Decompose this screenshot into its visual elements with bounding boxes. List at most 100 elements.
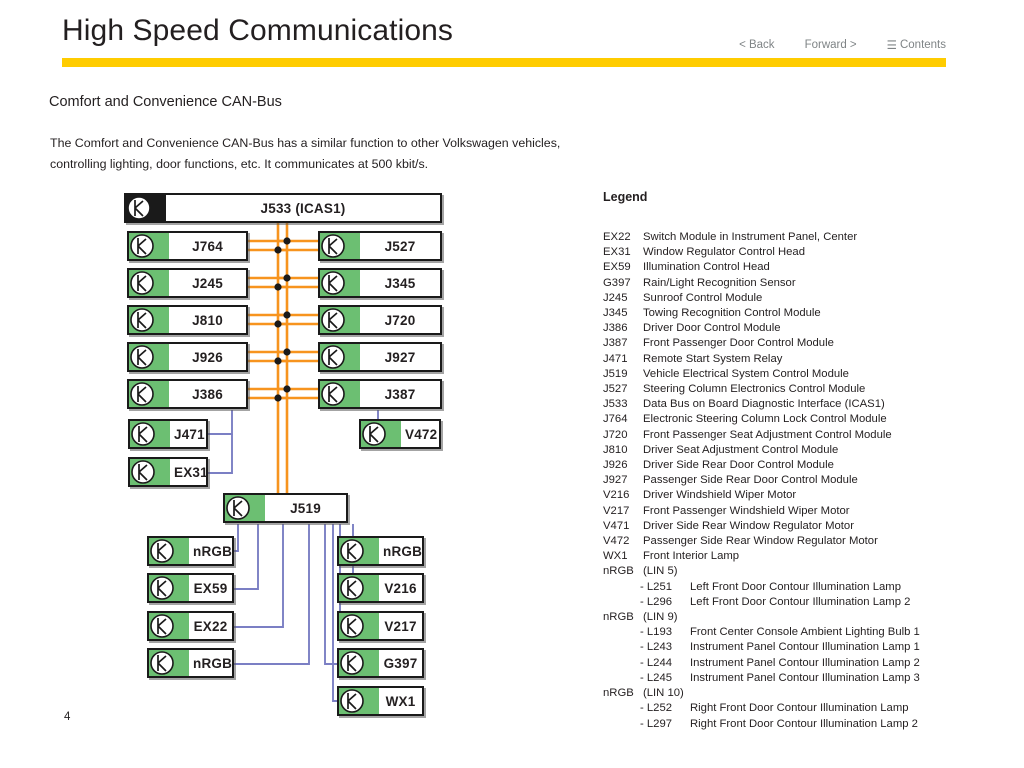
legend-code: J345 [603, 307, 628, 320]
legend-code: - L251 [640, 580, 673, 593]
legend-code: - L243 [640, 641, 673, 654]
legend-description: Electronic Steering Column Lock Control … [643, 413, 887, 426]
can-node-icon [129, 381, 169, 407]
legend-description: Passenger Side Rear Window Regulator Mot… [643, 535, 878, 548]
node-label: J926 [192, 349, 223, 365]
node-j533[interactable]: J533 (ICAS1) [124, 193, 442, 223]
legend-description: Driver Door Control Module [643, 322, 781, 335]
legend-code: - L244 [640, 656, 673, 669]
can-node-icon [339, 688, 379, 714]
legend-code: nRGB [603, 611, 634, 624]
legend-row: EX31 Window Regulator Control Head [603, 245, 1003, 260]
legend-row: EX22 Switch Module in Instrument Panel, C… [603, 230, 1003, 245]
node-ex31[interactable]: EX31 [128, 457, 208, 487]
legend-code: - L296 [640, 595, 673, 608]
node-j927[interactable]: J927 [318, 342, 442, 372]
legend-description: Illumination Control Head [643, 261, 770, 274]
legend-row: J519 Vehicle Electrical System Control Mo… [603, 367, 1003, 382]
legend-row: EX59 Illumination Control Head [603, 260, 1003, 275]
can-node-icon [126, 195, 166, 221]
node-v217[interactable]: V217 [337, 611, 424, 641]
legend-code: J245 [603, 291, 628, 304]
node-label: V472 [405, 426, 438, 442]
node-j386[interactable]: J386 [127, 379, 248, 409]
can-node-icon [149, 613, 189, 639]
legend-row: V217 Front Passenger Windshield Wiper Mot… [603, 504, 1003, 519]
node-label: EX59 [193, 580, 228, 596]
legend-rows: EX22 Switch Module in Instrument Panel, C… [603, 230, 1003, 732]
can-node-icon [320, 381, 360, 407]
node-nrgb-lin9[interactable]: nRGB [147, 648, 234, 678]
legend-description: Driver Side Rear Door Control Module [643, 459, 834, 472]
node-nrgb-lin5[interactable]: nRGB [147, 536, 234, 566]
legend-description: Front Passenger Windshield Wiper Motor [643, 504, 850, 517]
legend-code: V217 [603, 504, 630, 517]
legend-row: J927 Passenger Side Rear Door Control Mod… [603, 473, 1003, 488]
node-v216[interactable]: V216 [337, 573, 424, 603]
legend-code: nRGB [603, 687, 634, 700]
can-node-icon [130, 421, 170, 447]
node-j519[interactable]: J519 [223, 493, 348, 523]
node-j810[interactable]: J810 [127, 305, 248, 335]
legend-row: J720 Front Passenger Seat Adjustment Cont… [603, 428, 1003, 443]
legend-row: J533 Data Bus on Board Diagnostic Interfa… [603, 397, 1003, 412]
node-nrgb-lin10[interactable]: nRGB [337, 536, 424, 566]
legend-description: Front Interior Lamp [643, 550, 740, 563]
node-label: J519 [290, 500, 321, 516]
node-j527[interactable]: J527 [318, 231, 442, 261]
legend-description: Instrument Panel Contour Illumination La… [690, 671, 920, 684]
legend-description: Driver Side Rear Window Regulator Motor [643, 519, 854, 532]
legend-code: - L297 [640, 717, 673, 730]
can-node-icon [339, 575, 379, 601]
legend-description: Passenger Side Rear Door Control Module [643, 474, 858, 487]
node-j387[interactable]: J387 [318, 379, 442, 409]
node-wx1[interactable]: WX1 [337, 686, 424, 716]
legend-row: J471 Remote Start System Relay [603, 352, 1003, 367]
legend-description: Instrument Panel Contour Illumination La… [690, 656, 920, 669]
legend-row: nRGB (LIN 5) [603, 564, 1003, 579]
legend-code: V472 [603, 535, 630, 548]
node-j926[interactable]: J926 [127, 342, 248, 372]
node-label: J471 [174, 426, 205, 442]
can-node-icon [320, 307, 360, 333]
legend-code: J764 [603, 413, 628, 426]
node-j471[interactable]: J471 [128, 419, 208, 449]
can-node-icon [361, 421, 401, 447]
can-node-icon [129, 307, 169, 333]
legend-row: - L243 Instrument Panel Contour Illuminat… [603, 640, 1003, 655]
legend-row: - L245 Instrument Panel Contour Illuminat… [603, 671, 1003, 686]
node-label: V217 [384, 618, 417, 634]
legend-code: V471 [603, 519, 630, 532]
node-ex59[interactable]: EX59 [147, 573, 234, 603]
legend-row: J386 Driver Door Control Module [603, 321, 1003, 336]
legend-description: Front Passenger Door Control Module [643, 337, 834, 350]
node-v472[interactable]: V472 [359, 419, 441, 449]
legend-row: V216 Driver Windshield Wiper Motor [603, 488, 1003, 503]
node-j720[interactable]: J720 [318, 305, 442, 335]
node-label: J764 [192, 238, 223, 254]
legend-description: Front Center Console Ambient Lighting Bu… [690, 626, 920, 639]
legend-row: - L193 Front Center Console Ambient Light… [603, 625, 1003, 640]
node-j245[interactable]: J245 [127, 268, 248, 298]
node-ex22[interactable]: EX22 [147, 611, 234, 641]
legend-code: - L245 [640, 671, 673, 684]
legend-code: J471 [603, 352, 628, 365]
legend-description: Switch Module in Instrument Panel, Cente… [643, 231, 858, 243]
node-j764[interactable]: J764 [127, 231, 248, 261]
node-g397[interactable]: G397 [337, 648, 424, 678]
legend-heading: Legend [603, 190, 648, 204]
node-label: J720 [384, 312, 416, 328]
legend-description: Left Front Door Contour Illumination Lam… [690, 580, 901, 593]
legend-row: WX1 Front Interior Lamp [603, 549, 1003, 564]
legend-row: J387 Front Passenger Door Control Module [603, 336, 1003, 351]
node-label: J927 [384, 349, 416, 365]
legend-row: V472 Passenger Side Rear Window Regulator… [603, 534, 1003, 549]
node-label: nRGB [193, 655, 233, 671]
legend-row: G397 Rain/Light Recognition Sensor [603, 276, 1003, 291]
node-j345[interactable]: J345 [318, 268, 442, 298]
node-label: EX22 [193, 618, 228, 634]
can-node-icon [320, 344, 360, 370]
legend-description: Right Front Door Contour Illumination La… [690, 717, 918, 730]
legend-row: nRGB (LIN 10) [603, 686, 1003, 701]
legend-code: J720 [603, 428, 628, 441]
